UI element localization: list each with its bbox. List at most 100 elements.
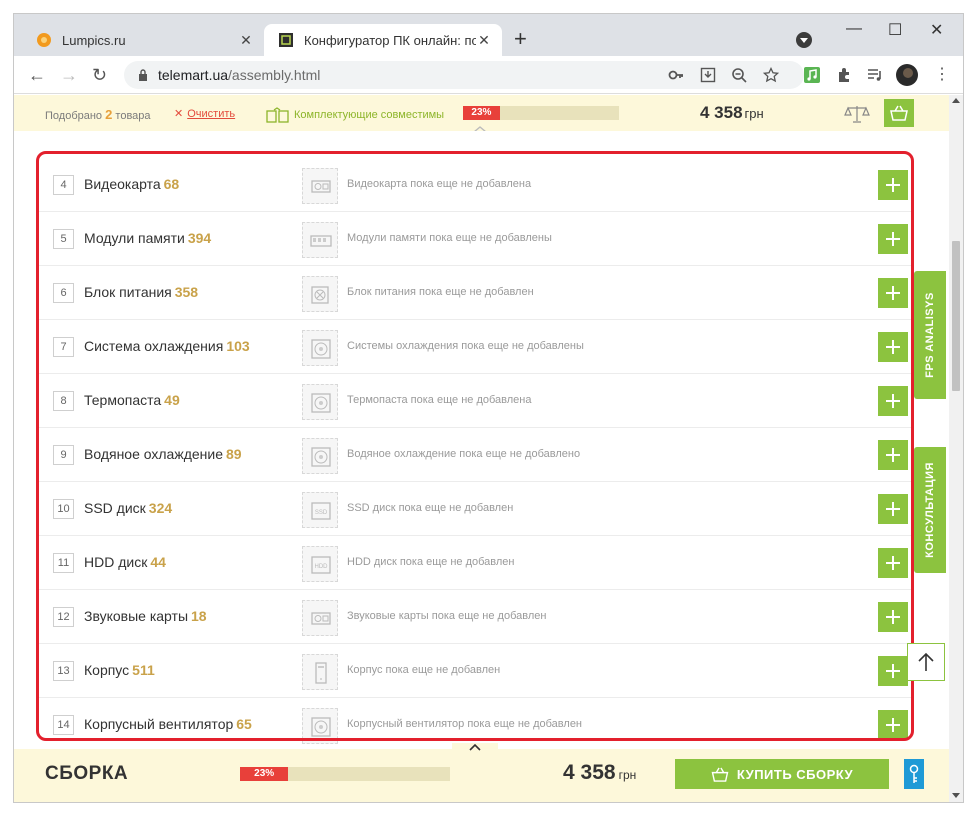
clear-button[interactable]: ✕ Очистить — [174, 107, 235, 120]
extensions-puzzle-icon[interactable] — [836, 67, 852, 83]
component-count: 65 — [236, 716, 252, 732]
svg-text:SSD: SSD — [315, 510, 328, 516]
add-component-button[interactable] — [878, 710, 908, 740]
assembly-title: СБОРКА — [45, 763, 129, 784]
close-icon[interactable]: ✕ — [476, 32, 492, 49]
row-number: 4 — [53, 175, 74, 195]
component-name[interactable]: HDD диск 44 — [84, 554, 166, 570]
component-name[interactable]: Модули памяти 394 — [84, 230, 211, 246]
component-row: 4 Видеокарта 68 Видеокарта пока еще не доба… — [36, 158, 911, 212]
chevron-up-icon — [469, 744, 481, 751]
component-row: 12 Звуковые карты 18 Звуковые карты пока ещ… — [36, 590, 911, 644]
install-app-icon[interactable] — [700, 67, 716, 83]
window-close-icon[interactable]: ✕ — [930, 20, 943, 40]
minimize-icon[interactable]: — — [846, 20, 862, 38]
component-count: 18 — [191, 608, 207, 624]
component-name[interactable]: Видеокарта 68 — [84, 176, 179, 192]
tab-lumpics[interactable]: Lumpics.ru ✕ — [22, 24, 264, 56]
key-icon — [909, 764, 919, 783]
ram-icon — [302, 222, 338, 258]
media-queue-icon[interactable] — [867, 67, 883, 83]
add-component-button[interactable] — [878, 440, 908, 470]
component-name[interactable]: Водяное охлаждение 89 — [84, 446, 242, 462]
expand-tab[interactable] — [452, 743, 498, 753]
basket-icon — [890, 105, 908, 121]
fps-analysis-tab[interactable]: FPS ANALISYS — [914, 271, 946, 399]
empty-placeholder: HDD диск пока еще не добавлен — [347, 556, 515, 568]
add-component-button[interactable] — [878, 494, 908, 524]
compare-scales-icon[interactable] — [844, 104, 870, 124]
scroll-up-icon[interactable] — [952, 98, 960, 103]
cart-button[interactable] — [884, 99, 914, 127]
component-name[interactable]: Система охлаждения 103 — [84, 338, 250, 354]
browser-window: Lumpics.ru ✕ Конфигуратор ПК онлайн: под… — [14, 14, 963, 802]
lock-icon — [139, 69, 147, 81]
scroll-down-icon[interactable] — [952, 793, 960, 798]
empty-placeholder: SSD диск пока еще не добавлен — [347, 502, 514, 514]
scroll-thumb[interactable] — [952, 241, 960, 391]
component-count: 44 — [150, 554, 166, 570]
component-label: Водяное охлаждение — [84, 446, 224, 462]
orange-favicon-icon — [37, 33, 51, 47]
component-row: 13 Корпус 511 Корпус пока еще не добавлен — [36, 644, 911, 698]
avatar[interactable] — [896, 64, 918, 86]
price-currency: грн — [744, 106, 764, 121]
close-icon[interactable]: ✕ — [238, 32, 254, 49]
assembly-bottom-bar: СБОРКА 23% 4 358 грн КУПИТЬ СБОРКУ — [14, 743, 949, 802]
music-extension-icon[interactable] — [804, 67, 820, 83]
buy-assembly-button[interactable]: КУПИТЬ СБОРКУ — [675, 759, 889, 789]
consultation-tab[interactable]: КОНСУЛЬТАЦИЯ — [914, 447, 946, 573]
component-count: 103 — [226, 338, 250, 354]
add-component-button[interactable] — [878, 278, 908, 308]
bookmark-star-icon[interactable] — [763, 67, 779, 83]
menu-kebab-icon[interactable]: ⋮ — [934, 65, 950, 85]
component-name[interactable]: Звуковые карты 18 — [84, 608, 207, 624]
row-number: 5 — [53, 229, 74, 249]
row-number: 10 — [53, 499, 74, 519]
add-component-button[interactable] — [878, 224, 908, 254]
add-component-button[interactable] — [878, 332, 908, 362]
add-component-button[interactable] — [878, 602, 908, 632]
row-number: 9 — [53, 445, 74, 465]
telemart-favicon-icon — [279, 33, 293, 47]
compat-label: Комплектующие совместимы — [294, 108, 445, 121]
add-component-button[interactable] — [878, 170, 908, 200]
forward-arrow-icon[interactable]: → — [60, 65, 78, 85]
tab-strip: Lumpics.ru ✕ Конфигуратор ПК онлайн: под… — [14, 14, 963, 56]
gpu-icon — [302, 168, 338, 204]
component-row: 6 Блок питания 358 Блок питания пока еще не… — [36, 266, 911, 320]
page-scrollbar[interactable] — [949, 95, 963, 802]
row-number: 14 — [53, 715, 74, 735]
new-tab-button[interactable]: + — [514, 28, 527, 50]
component-name[interactable]: Блок питания 358 — [84, 284, 198, 300]
component-name[interactable]: SSD диск 324 — [84, 500, 172, 516]
component-label: SSD диск — [84, 500, 146, 516]
key-icon[interactable] — [668, 67, 684, 83]
key-button[interactable] — [904, 759, 924, 789]
total-price: 4 358 грн — [563, 761, 636, 785]
add-component-button[interactable] — [878, 656, 908, 686]
components-list: 4 Видеокарта 68 Видеокарта пока еще не доба… — [14, 131, 949, 749]
zoom-icon[interactable] — [731, 67, 747, 83]
psu-icon — [302, 276, 338, 312]
component-name[interactable]: Корпусный вентилятор 65 — [84, 716, 252, 732]
consult-label: КОНСУЛЬТАЦИЯ — [924, 462, 936, 558]
buy-label: КУПИТЬ СБОРКУ — [736, 766, 854, 782]
empty-placeholder: Видеокарта пока еще не добавлена — [347, 178, 532, 190]
reload-icon[interactable]: ↻ — [92, 65, 107, 85]
component-name[interactable]: Корпус 511 — [84, 662, 155, 678]
row-number: 8 — [53, 391, 74, 411]
scroll-to-top-button[interactable] — [907, 643, 945, 681]
add-component-button[interactable] — [878, 386, 908, 416]
row-number: 6 — [53, 283, 74, 303]
tab-configurator[interactable]: Конфигуратор ПК онлайн: подб ✕ — [264, 24, 502, 56]
maximize-icon[interactable]: ☐ — [888, 20, 902, 40]
arrow-up-icon — [918, 652, 934, 671]
url-path: /assembly.html — [228, 67, 321, 83]
component-name[interactable]: Термопаста 49 — [84, 392, 180, 408]
tab-title: Lumpics.ru — [62, 32, 126, 48]
back-arrow-icon[interactable]: ← — [28, 65, 46, 85]
soundcard-icon — [302, 600, 338, 636]
add-component-button[interactable] — [878, 548, 908, 578]
tab-search-icon[interactable] — [796, 32, 812, 48]
